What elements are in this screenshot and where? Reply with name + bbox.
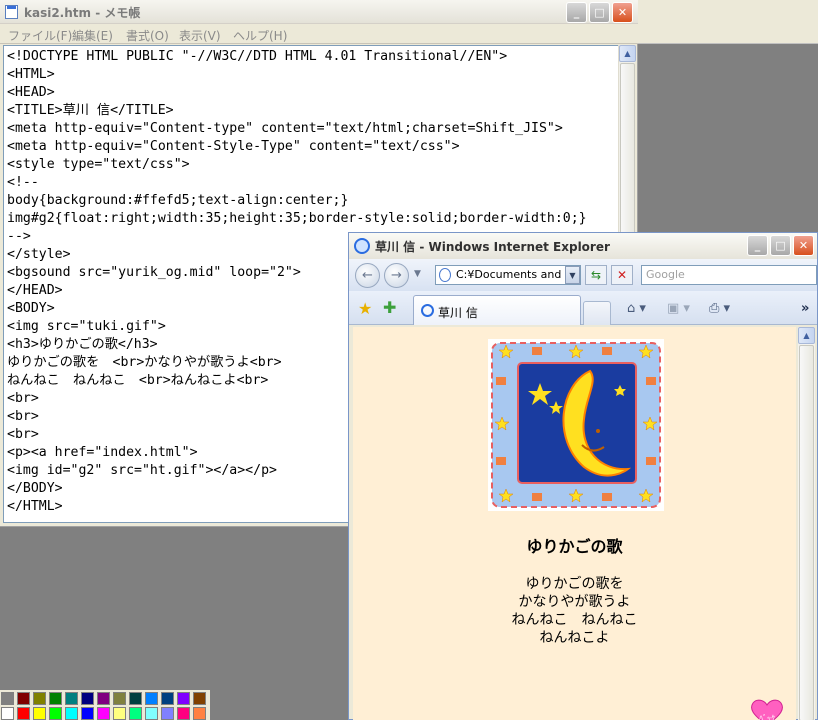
history-dropdown-icon[interactable]: ▼ bbox=[414, 269, 421, 279]
home-icon[interactable]: ⌂ ▾ bbox=[627, 301, 646, 316]
background-window-titlebar bbox=[638, 0, 818, 24]
minimize-button[interactable]: _ bbox=[566, 2, 587, 23]
notepad-titlebar[interactable]: kasi2.htm - メモ帳 _ □ ✕ bbox=[0, 0, 638, 24]
palette-swatch[interactable] bbox=[17, 707, 30, 720]
close-button[interactable]: ✕ bbox=[612, 2, 633, 23]
menu-file[interactable]: ファイル(F) bbox=[8, 27, 72, 44]
palette-swatch[interactable] bbox=[161, 707, 174, 720]
palette-swatch[interactable] bbox=[177, 692, 190, 705]
forward-button[interactable]: → bbox=[384, 263, 409, 288]
notepad-line: <HEAD> bbox=[7, 85, 55, 100]
palette-swatch[interactable] bbox=[33, 707, 46, 720]
palette-swatch[interactable] bbox=[1, 707, 14, 720]
palette-swatch[interactable] bbox=[161, 692, 174, 705]
palette-swatch[interactable] bbox=[145, 692, 158, 705]
moon-image bbox=[488, 339, 664, 511]
back-button[interactable]: ← bbox=[355, 263, 380, 288]
palette-swatch[interactable] bbox=[145, 707, 158, 720]
notepad-line: <meta http-equiv="Content-type" content=… bbox=[7, 121, 563, 136]
feeds-icon[interactable]: ▣ ▾ bbox=[667, 301, 690, 316]
tab-current[interactable]: 草川 信 bbox=[413, 295, 581, 325]
palette-swatch[interactable] bbox=[193, 707, 206, 720]
notepad-menubar: ファイル(F) 編集(E) 書式(O) 表示(V) ヘルプ(H) bbox=[0, 24, 638, 44]
tab-ie-icon bbox=[421, 304, 434, 317]
notepad-line: <meta http-equiv="Content-Style-Type" co… bbox=[7, 139, 460, 154]
palette-swatch[interactable] bbox=[113, 707, 126, 720]
palette-swatch[interactable] bbox=[129, 707, 142, 720]
menu-format[interactable]: 書式(O) bbox=[126, 27, 169, 44]
palette-swatch[interactable] bbox=[97, 692, 110, 705]
page-icon bbox=[439, 268, 451, 282]
ie-minimize-button[interactable]: _ bbox=[747, 235, 768, 256]
add-favorite-icon[interactable]: ✚ bbox=[383, 298, 396, 317]
palette-swatch[interactable] bbox=[177, 707, 190, 720]
lyric-line: かなりやが歌うよ bbox=[518, 594, 631, 610]
notepad-line: <!DOCTYPE HTML PUBLIC "-//W3C//DTD HTML … bbox=[7, 49, 508, 64]
menu-edit[interactable]: 編集(E) bbox=[72, 27, 113, 44]
tab-label: 草川 信 bbox=[438, 306, 478, 320]
ie-window: 草川 信 - Windows Internet Explorer _ □ ✕ ←… bbox=[348, 232, 818, 720]
stop-button[interactable]: ✕ bbox=[611, 265, 633, 285]
scroll-up-icon[interactable]: ▲ bbox=[619, 45, 636, 62]
ie-icon bbox=[354, 238, 370, 254]
ie-title: 草川 信 - Windows Internet Explorer bbox=[375, 240, 610, 254]
ie-tab-bar: ★ ✚ 草川 信 ⌂ ▾ ▣ ▾ ⎙ ▾ » bbox=[349, 291, 817, 325]
palette-swatch[interactable] bbox=[49, 707, 62, 720]
ie-titlebar[interactable]: 草川 信 - Windows Internet Explorer _ □ ✕ bbox=[349, 233, 817, 259]
favorites-star-icon[interactable]: ★ bbox=[358, 299, 372, 318]
ie-scroll-thumb[interactable] bbox=[799, 345, 814, 720]
palette-swatch[interactable] bbox=[17, 692, 30, 705]
more-tools-icon[interactable]: » bbox=[801, 301, 809, 316]
palette-swatch[interactable] bbox=[193, 692, 206, 705]
ie-scroll-up-icon[interactable]: ▲ bbox=[798, 327, 815, 344]
lyric-line: ねんねこ ねんねこ bbox=[511, 612, 638, 628]
notepad-line: <style type="text/css"> bbox=[7, 157, 190, 172]
palette-swatch[interactable] bbox=[129, 692, 142, 705]
ie-address-bar: ← → ▼ C:¥Documents and S ▼ ⇆ ✕ Google bbox=[349, 259, 817, 291]
refresh-button[interactable]: ⇆ bbox=[585, 265, 607, 285]
menu-view[interactable]: 表示(V) bbox=[179, 27, 221, 44]
notepad-line: body{background:#ffefd5;text-align:cente… bbox=[7, 193, 349, 208]
palette-swatch[interactable] bbox=[113, 692, 126, 705]
svg-text:ﾊﾞｯｸ: ﾊﾞｯｸ bbox=[759, 714, 775, 720]
notepad-title: kasi2.htm - メモ帳 bbox=[24, 6, 141, 20]
ie-maximize-button[interactable]: □ bbox=[770, 235, 791, 256]
lyric-line: ねんねこよ bbox=[539, 630, 610, 646]
palette-swatch[interactable] bbox=[81, 692, 94, 705]
lyric-line: ゆりかごの歌を bbox=[525, 576, 624, 592]
search-input[interactable]: Google bbox=[641, 265, 817, 285]
heart-link-icon[interactable]: ﾊﾞｯｸ bbox=[749, 699, 785, 720]
palette-swatch[interactable] bbox=[49, 692, 62, 705]
color-palette bbox=[0, 690, 210, 720]
palette-swatch[interactable] bbox=[65, 707, 78, 720]
notepad-line: <HTML> bbox=[7, 67, 55, 82]
ie-scrollbar[interactable]: ▲ bbox=[798, 327, 815, 720]
notepad-line: <!-- bbox=[7, 175, 39, 190]
notepad-line: <TITLE>草川 信</TITLE> bbox=[7, 103, 174, 118]
palette-swatch[interactable] bbox=[97, 707, 110, 720]
palette-swatch[interactable] bbox=[65, 692, 78, 705]
print-icon[interactable]: ⎙ ▾ bbox=[709, 301, 730, 316]
song-heading: ゆりかごの歌 bbox=[526, 537, 623, 556]
background-window-menubar bbox=[638, 24, 818, 44]
address-dropdown-icon[interactable]: ▼ bbox=[565, 266, 580, 284]
ie-page-content: ゆりかごの歌 ゆりかごの歌を かなりやが歌うよ ねんねこ ねんねこ ねんねこよ … bbox=[353, 327, 796, 720]
palette-swatch[interactable] bbox=[33, 692, 46, 705]
new-tab-button[interactable] bbox=[583, 301, 611, 325]
address-input[interactable]: C:¥Documents and S bbox=[435, 265, 581, 285]
palette-swatch[interactable] bbox=[1, 692, 14, 705]
notepad-icon bbox=[5, 5, 18, 19]
menu-help[interactable]: ヘルプ(H) bbox=[233, 27, 287, 44]
maximize-button[interactable]: □ bbox=[589, 2, 610, 23]
notepad-line: img#g2{float:right;width:35;height:35;bo… bbox=[7, 211, 587, 226]
palette-swatch[interactable] bbox=[81, 707, 94, 720]
ie-close-button[interactable]: ✕ bbox=[793, 235, 814, 256]
